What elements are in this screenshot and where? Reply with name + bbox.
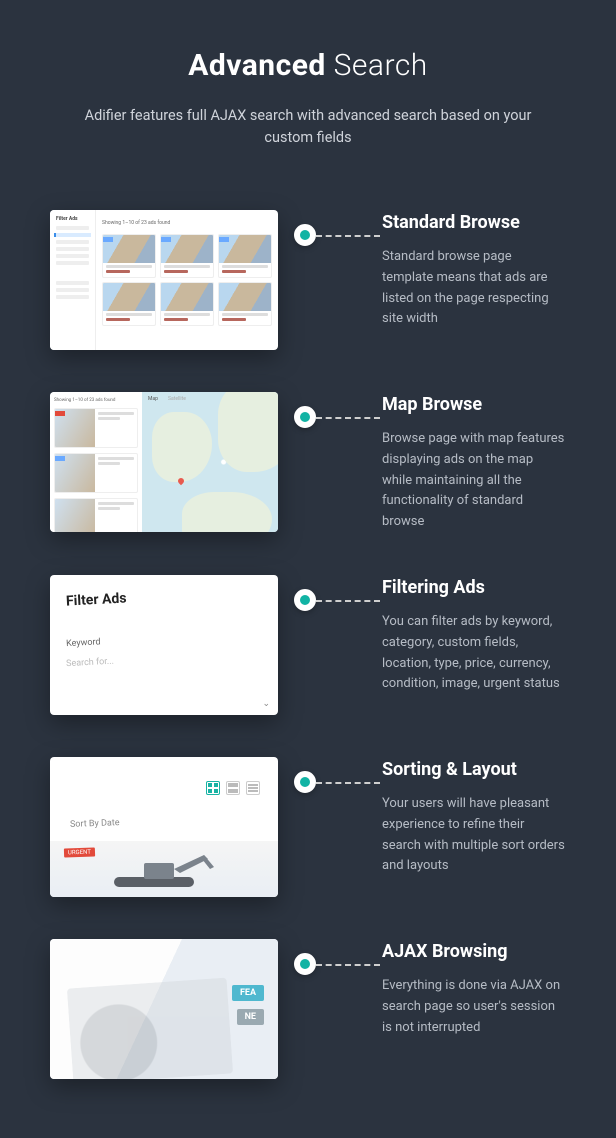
feature-row-filtering-ads: Filter Ads Keyword Search for... ⌄ Filte… [50, 575, 566, 715]
thumbnail-sorting-layout: Sort By Date URGENT [50, 757, 278, 897]
feature-desc: Browse page with map features displaying… [382, 429, 566, 533]
thumbnail-filtering-ads: Filter Ads Keyword Search for... ⌄ [50, 575, 278, 715]
feature-row-sorting-layout: Sort By Date URGENT Sorting & Layout You… [50, 757, 566, 897]
connector-dot-icon [294, 406, 316, 428]
page-title-rest: Search [326, 48, 428, 83]
feature-title: Sorting & Layout [382, 759, 566, 780]
thumb3-title: Filter Ads [66, 590, 127, 609]
layout-list-icon [246, 781, 260, 795]
feature-row-ajax-browsing: FEA NE AJAX Browsing Everything is done … [50, 939, 566, 1079]
layout-grid-icon [206, 781, 220, 795]
excavator-icon [104, 849, 224, 891]
connector-line-icon [316, 782, 380, 784]
thumb2-results-text: Showing 1–10 of 23 ads found [54, 398, 138, 403]
connector-dot-icon [294, 771, 316, 793]
feature-title: AJAX Browsing [382, 941, 566, 962]
thumb3-label: Keyword [66, 629, 262, 649]
feature-title: Standard Browse [382, 212, 566, 233]
feature-title: Filtering Ads [382, 577, 566, 598]
connector-line-icon [316, 417, 380, 419]
feature-title: Map Browse [382, 394, 566, 415]
ne-badge: NE [237, 1009, 264, 1025]
connector-dot-icon [294, 953, 316, 975]
thumb1-results-text: Showing 1–10 of 23 ads found [102, 220, 170, 226]
thumb4-sort-label: Sort By Date [70, 818, 120, 830]
feature-desc: Everything is done via AJAX on search pa… [382, 976, 566, 1038]
page: Advanced Search Adifier features full AJ… [0, 0, 616, 1119]
thumb1-sidebar-title: Filter Ads [56, 216, 95, 222]
page-title-strong: Advanced [188, 48, 326, 83]
thumbnail-ajax-browsing: FEA NE [50, 939, 278, 1079]
thumb2-map-tab-map: Map [148, 396, 158, 402]
feature-row-standard-browse: Filter Ads Showing 1–10 of 23 ads found [50, 210, 566, 350]
connector-dot-icon [294, 589, 316, 611]
page-intro: Adifier features full AJAX search with a… [78, 105, 538, 150]
urgent-badge: URGENT [64, 847, 95, 857]
feature-row-map-browse: Showing 1–10 of 23 ads found Map Satelli… [50, 392, 566, 533]
connector-line-icon [316, 600, 380, 602]
connector-line-icon [316, 235, 380, 237]
connector-line-icon [316, 964, 380, 966]
feature-desc: Your users will have pleasant experience… [382, 794, 566, 877]
page-title: Advanced Search [50, 48, 566, 83]
feature-desc: You can filter ads by keyword, category,… [382, 612, 566, 695]
chevron-down-icon: ⌄ [262, 699, 270, 709]
thumbnail-standard-browse: Filter Ads Showing 1–10 of 23 ads found [50, 210, 278, 350]
feature-desc: Standard browse page template means that… [382, 247, 566, 330]
layout-card-icon [226, 781, 240, 795]
thumbnail-map-browse: Showing 1–10 of 23 ads found Map Satelli… [50, 392, 278, 532]
connector-dot-icon [294, 224, 316, 246]
featured-badge: FEA [232, 985, 264, 1001]
thumb2-map: Map Satellite [142, 392, 278, 532]
thumb3-placeholder: Search for... [66, 649, 262, 669]
thumb2-map-tab-sat: Satellite [168, 396, 186, 402]
